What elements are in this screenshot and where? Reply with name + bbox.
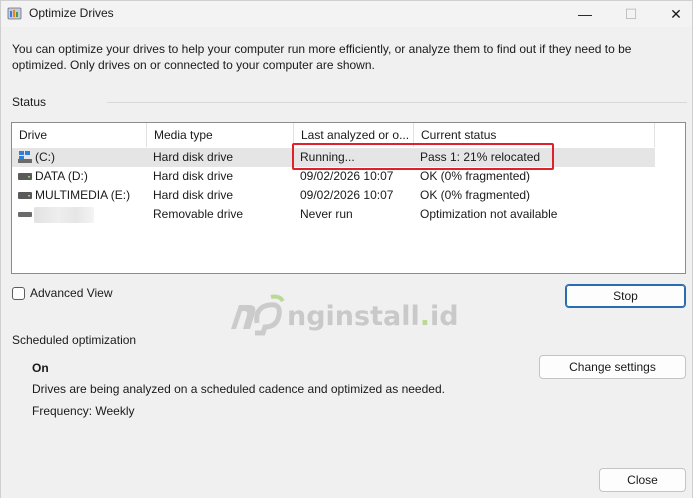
column-header-last-analyzed[interactable]: Last analyzed or o...	[294, 123, 414, 147]
removable-drive-icon	[18, 212, 32, 217]
scheduled-section-label: Scheduled optimization	[12, 333, 137, 347]
maximize-icon: ☐	[624, 5, 638, 22]
last-analyzed: Running...	[300, 150, 355, 164]
drives-list-header: Drive Media type Last analyzed or o... C…	[12, 123, 685, 147]
watermark-suffix: id	[430, 301, 459, 332]
change-settings-button[interactable]: Change settings	[539, 355, 686, 379]
watermark-text: nginstall.id	[287, 301, 459, 332]
watermark-prefix: nginstall	[287, 301, 420, 332]
optimize-drives-app-icon	[7, 7, 22, 20]
advanced-view-checkbox[interactable]	[12, 287, 25, 300]
stop-button[interactable]: Stop	[565, 284, 686, 308]
last-analyzed: 09/02/2026 10:07	[300, 169, 394, 183]
advanced-view-label: Advanced View	[30, 286, 113, 300]
hard-drive-icon	[18, 173, 32, 180]
dialog-footer	[1, 457, 692, 498]
minimize-icon: —	[578, 6, 592, 22]
drive-row-e[interactable]: MULTIMEDIA (E:) Hard disk drive 09/02/20…	[12, 186, 655, 205]
last-analyzed: Never run	[300, 207, 353, 221]
media-type: Removable drive	[153, 207, 244, 221]
current-status: Pass 1: 21% relocated	[420, 150, 541, 164]
title-bar: Optimize Drives — ☐ ✕	[1, 1, 692, 27]
schedule-frequency: Frequency: Weekly	[32, 404, 135, 418]
windows-drive-icon	[18, 151, 32, 163]
status-section-label: Status	[12, 95, 47, 109]
close-icon: ✕	[670, 5, 682, 22]
drive-name: (C:)	[35, 150, 55, 164]
drive-name: MULTIMEDIA (E:)	[35, 188, 131, 202]
media-type: Hard disk drive	[153, 169, 234, 183]
drive-name: DATA (D:)	[35, 169, 88, 183]
media-type: Hard disk drive	[153, 150, 234, 164]
column-header-drive[interactable]: Drive	[12, 123, 147, 147]
media-type: Hard disk drive	[153, 188, 234, 202]
last-analyzed: 09/02/2026 10:07	[300, 188, 394, 202]
drive-row-d[interactable]: DATA (D:) Hard disk drive 09/02/2026 10:…	[12, 167, 655, 186]
current-status: OK (0% fragmented)	[420, 188, 531, 202]
column-header-current-status[interactable]: Current status	[414, 123, 655, 147]
watermark-mark-icon	[231, 294, 285, 336]
close-window-button[interactable]: ✕	[653, 1, 693, 27]
close-button[interactable]: Close	[599, 468, 686, 492]
intro-text: You can optimize your drives to help you…	[12, 42, 632, 72]
schedule-description: Drives are being analyzed on a scheduled…	[32, 382, 445, 396]
status-divider	[107, 102, 687, 103]
watermark-logo: nginstall.id	[227, 293, 459, 339]
drive-row-c[interactable]: (C:) Hard disk drive Running... Pass 1: …	[12, 148, 655, 167]
redacted-drive-name	[34, 207, 94, 223]
window-title: Optimize Drives	[29, 6, 114, 20]
minimize-button[interactable]: —	[562, 1, 608, 27]
drive-row-removable[interactable]: Removable drive Never run Optimization n…	[12, 205, 655, 224]
watermark-dot: .	[419, 301, 430, 332]
hard-drive-icon	[18, 192, 32, 199]
drives-list[interactable]: Drive Media type Last analyzed or o... C…	[11, 122, 686, 274]
optimize-drives-window: Optimize Drives — ☐ ✕ You can optimize y…	[0, 0, 693, 498]
current-status: Optimization not available	[420, 207, 558, 221]
current-status: OK (0% fragmented)	[420, 169, 531, 183]
schedule-state: On	[32, 361, 49, 375]
maximize-button[interactable]: ☐	[608, 1, 654, 27]
column-header-media-type[interactable]: Media type	[147, 123, 294, 147]
